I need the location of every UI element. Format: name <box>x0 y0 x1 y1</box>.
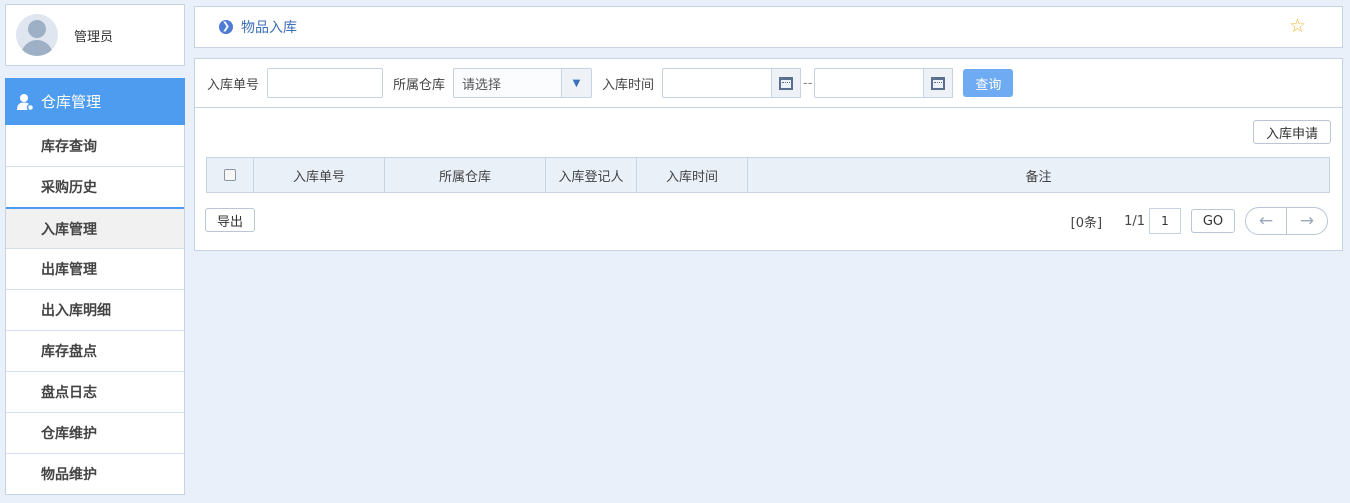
warehouse-select-value: 请选择 <box>462 77 502 93</box>
sidebar-item-purchase-history[interactable]: 采购历史 <box>6 166 184 207</box>
date-from[interactable] <box>662 68 802 98</box>
page-nav: ← → <box>1245 207 1328 235</box>
warehouse-select[interactable]: 请选择 ▼ <box>453 68 593 98</box>
breadcrumb: ❯ 物品入库 ☆ <box>194 6 1343 48</box>
order-no-input[interactable] <box>267 68 384 98</box>
record-count: [0条] <box>1070 215 1103 231</box>
sidebar-item-inout-details[interactable]: 出入库明细 <box>6 289 184 330</box>
column-header-remarks[interactable]: 备注 <box>747 158 1329 192</box>
menu-section-title: 仓库管理 <box>41 93 102 111</box>
caret-down-icon[interactable]: ▼ <box>561 69 592 97</box>
filter-bar: 入库单号 所属仓库 请选择 ▼ 入库时间 -- 查询 <box>195 59 1342 108</box>
query-button[interactable]: 查询 <box>963 69 1014 97</box>
menu-section-warehouse[interactable]: 仓库管理 <box>5 78 185 125</box>
avatar <box>16 14 58 56</box>
select-all-cell <box>207 158 253 192</box>
sidebar-item-inventory-query[interactable]: 库存查询 <box>6 125 184 166</box>
user-name: 管理员 <box>74 29 114 45</box>
main-panel: 入库单号 所属仓库 请选择 ▼ 入库时间 -- 查询 入库申请 入库单号 所属仓… <box>194 58 1343 251</box>
time-label: 入库时间 <box>602 77 655 93</box>
date-to[interactable] <box>814 68 954 98</box>
date-separator: -- <box>803 75 813 91</box>
breadcrumb-current[interactable]: 物品入库 <box>241 17 297 37</box>
sidebar-item-warehouse-maintenance[interactable]: 仓库维护 <box>6 412 184 453</box>
calendar-icon[interactable] <box>771 68 802 98</box>
table-header: 入库单号 所属仓库 入库登记人 入库时间 备注 <box>206 157 1330 193</box>
calendar-icon[interactable] <box>923 68 954 98</box>
sidebar-item-item-maintenance[interactable]: 物品维护 <box>6 453 184 494</box>
sidebar-item-stocktaking-log[interactable]: 盘点日志 <box>6 371 184 412</box>
arrow-right-icon[interactable]: → <box>1287 208 1327 234</box>
page-number-input[interactable]: 1 <box>1149 208 1181 234</box>
column-header-warehouse[interactable]: 所属仓库 <box>384 158 545 192</box>
column-header-order-no[interactable]: 入库单号 <box>253 158 384 192</box>
sidebar-item-inbound-management[interactable]: 入库管理 <box>6 207 184 248</box>
column-header-inbound-time[interactable]: 入库时间 <box>636 158 747 192</box>
arrow-left-icon[interactable]: ← <box>1246 208 1287 234</box>
column-header-registrant[interactable]: 入库登记人 <box>545 158 636 192</box>
sidebar-item-outbound-management[interactable]: 出库管理 <box>6 248 184 289</box>
order-no-label: 入库单号 <box>207 77 260 93</box>
star-icon[interactable]: ☆ <box>1289 15 1306 37</box>
user-settings-icon <box>17 93 35 111</box>
date-to-input[interactable] <box>814 68 924 98</box>
chevron-right-circle-icon: ❯ <box>219 20 233 34</box>
menu-list: 库存查询 采购历史 入库管理 出库管理 出入库明细 库存盘点 盘点日志 仓库维护… <box>5 125 185 495</box>
date-from-input[interactable] <box>662 68 772 98</box>
inbound-apply-button[interactable]: 入库申请 <box>1253 120 1331 144</box>
user-panel: 管理员 <box>5 4 185 66</box>
select-all-checkbox[interactable] <box>224 169 236 181</box>
go-button[interactable]: GO <box>1191 209 1235 233</box>
pagination: [0条] 1/1 1 GO ← → <box>1071 207 1328 235</box>
page-info: 1/1 <box>1124 213 1145 229</box>
sidebar-item-stocktaking[interactable]: 库存盘点 <box>6 330 184 371</box>
warehouse-label: 所属仓库 <box>393 77 446 93</box>
sidebar: 管理员 仓库管理 库存查询 采购历史 入库管理 出库管理 出入库明细 库存盘点 … <box>5 4 185 495</box>
export-button[interactable]: 导出 <box>205 208 255 232</box>
